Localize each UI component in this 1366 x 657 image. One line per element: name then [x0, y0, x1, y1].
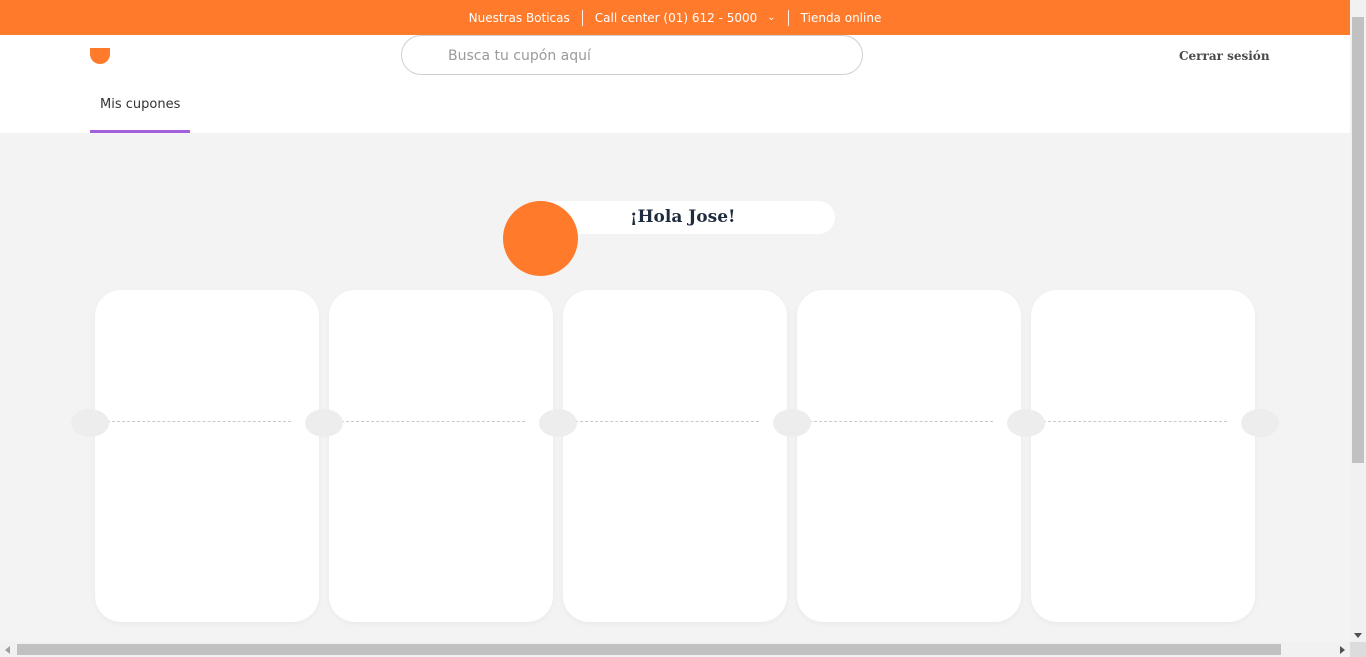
scroll-down-icon[interactable] — [1354, 633, 1362, 638]
coupon-divider — [1043, 421, 1227, 422]
header: Cerrar sesión Mis cupones — [0, 35, 1350, 133]
coupon-divider — [107, 421, 291, 422]
chevron-down-icon: ⌄ — [767, 12, 776, 23]
coupon-notch — [1007, 409, 1045, 437]
coupon-divider — [809, 421, 993, 422]
coupon-divider — [341, 421, 525, 422]
vertical-scrollbar[interactable] — [1350, 0, 1366, 642]
scroll-right-icon[interactable] — [1340, 646, 1345, 654]
coupon-card[interactable] — [797, 290, 1021, 622]
logout-link[interactable]: Cerrar sesión — [1179, 49, 1270, 63]
greeting-banner: ¡Hola Jose! — [535, 201, 835, 234]
coupon-notch — [1241, 409, 1279, 437]
topbar-divider — [581, 9, 583, 26]
coupon-notch — [539, 409, 577, 437]
coupon-card[interactable] — [95, 290, 319, 622]
coupon-card[interactable] — [329, 290, 553, 622]
coupon-list — [71, 290, 1279, 622]
search-bar — [401, 35, 863, 75]
horizontal-scroll-thumb[interactable] — [17, 644, 1281, 655]
tab-label: Mis cupones — [100, 97, 181, 112]
horizontal-scrollbar[interactable] — [0, 642, 1350, 657]
stores-link[interactable]: Nuestras Boticas — [457, 11, 582, 25]
avatar — [503, 201, 578, 276]
greeting-text: ¡Hola Jose! — [630, 207, 736, 227]
tab-my-coupons[interactable]: Mis cupones — [90, 85, 190, 133]
coupon-card[interactable] — [1031, 290, 1255, 622]
search-input[interactable] — [446, 44, 830, 68]
scrollbar-corner — [1350, 642, 1366, 657]
top-bar: Nuestras Boticas Call center (01) 612 - … — [0, 0, 1350, 35]
topbar-divider — [787, 9, 789, 26]
coupon-card[interactable] — [563, 290, 787, 622]
coupon-divider — [575, 421, 759, 422]
online-store-link[interactable]: Tienda online — [789, 11, 894, 25]
vertical-scroll-thumb[interactable] — [1352, 17, 1364, 463]
brand-logo-icon[interactable] — [90, 48, 110, 64]
coupon-notch — [773, 409, 811, 437]
call-center-dropdown[interactable]: Call center (01) 612 - 5000 ⌄ — [583, 11, 788, 25]
coupon-notch — [305, 409, 343, 437]
scroll-left-icon[interactable] — [5, 646, 10, 654]
coupon-notch — [71, 409, 109, 437]
call-center-label: Call center (01) 612 - 5000 — [594, 10, 758, 25]
